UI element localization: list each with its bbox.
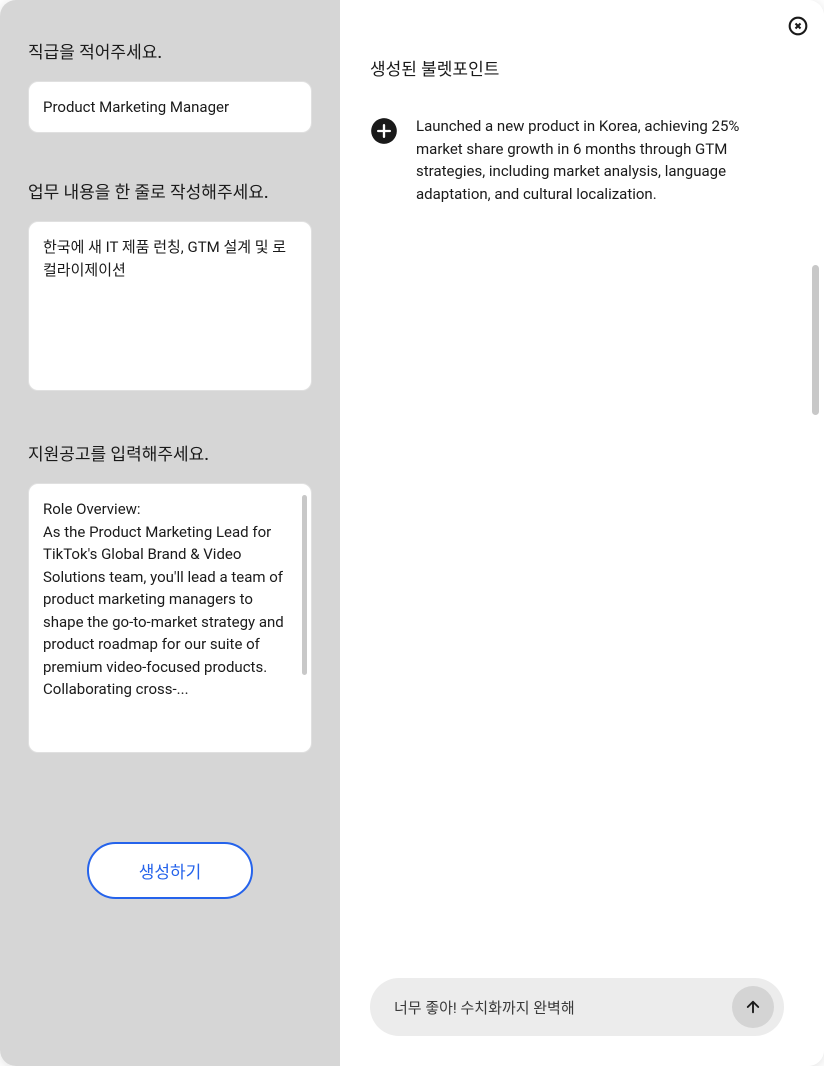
job-title-input[interactable] [28, 81, 312, 133]
send-button[interactable] [732, 986, 774, 1028]
plus-circle-icon [370, 117, 398, 145]
job-posting-scrollbar[interactable] [302, 495, 307, 675]
job-posting-group: 지원공고를 입력해주세요. [28, 440, 312, 757]
add-bullet-button[interactable] [370, 117, 398, 145]
job-title-label: 직급을 적어주세요. [28, 38, 312, 63]
output-scrollbar[interactable] [812, 265, 819, 415]
bullet-text: Launched a new product in Korea, achievi… [416, 115, 784, 205]
close-button[interactable] [786, 14, 810, 38]
arrow-up-icon [744, 998, 762, 1016]
output-panel: 생성된 불렛포인트 Launched a new product in Kore… [340, 0, 824, 1066]
chat-input[interactable] [394, 998, 720, 1016]
chat-input-container [370, 978, 784, 1036]
job-posting-label: 지원공고를 입력해주세요. [28, 440, 312, 465]
close-icon [788, 16, 808, 36]
work-description-label: 업무 내용을 한 줄로 작성해주세요. [28, 178, 312, 203]
generate-button[interactable]: 생성하기 [87, 842, 254, 899]
input-panel: 직급을 적어주세요. 업무 내용을 한 줄로 작성해주세요. 지원공고를 입력해… [0, 0, 340, 1066]
output-title: 생성된 불렛포인트 [370, 55, 784, 80]
app-container: 직급을 적어주세요. 업무 내용을 한 줄로 작성해주세요. 지원공고를 입력해… [0, 0, 824, 1066]
work-description-group: 업무 내용을 한 줄로 작성해주세요. [28, 178, 312, 395]
job-title-group: 직급을 적어주세요. [28, 38, 312, 133]
bullet-item: Launched a new product in Korea, achievi… [370, 115, 784, 205]
job-posting-input[interactable] [28, 483, 312, 753]
work-description-input[interactable] [28, 221, 312, 391]
job-posting-wrapper [28, 483, 312, 757]
